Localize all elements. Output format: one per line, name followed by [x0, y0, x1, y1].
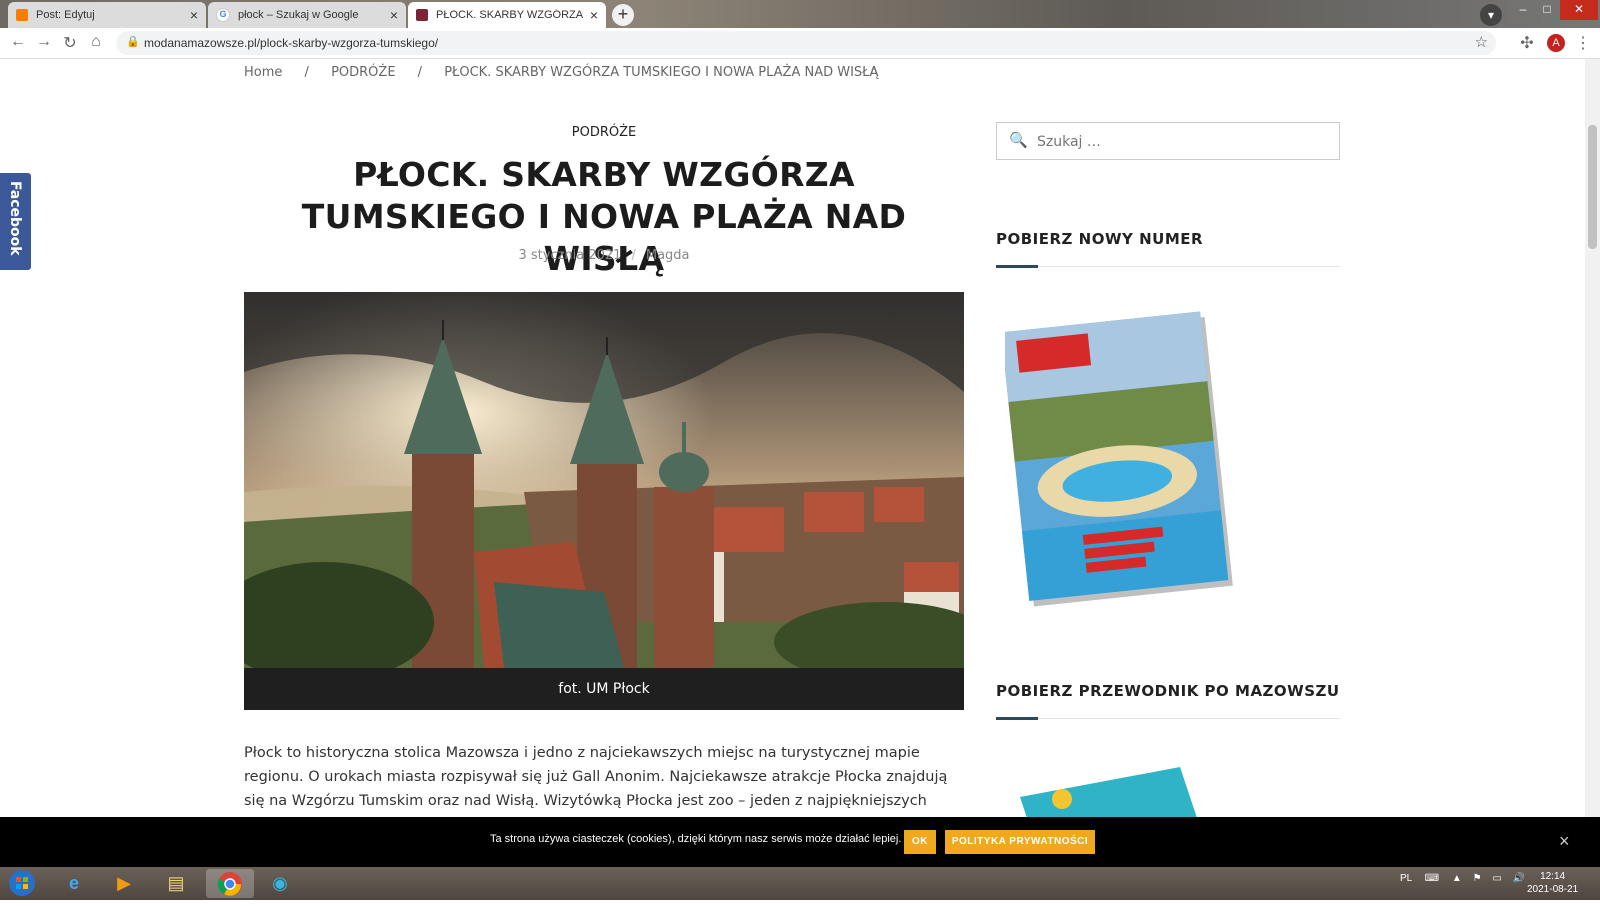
facebook-side-tab[interactable]: Facebook — [0, 173, 31, 270]
article-body: Płock to historyczna stolica Mazowsza i … — [244, 745, 948, 809]
url-text: modanamazowsze.pl/plock-skarby-wzgorza-t… — [144, 36, 439, 50]
close-tab-icon[interactable]: × — [190, 7, 198, 23]
lock-icon: 🔒 — [126, 36, 140, 48]
menu-icon[interactable]: ⋮ — [1573, 33, 1593, 53]
windows-taskbar: e ▶ ▤ ◉ PL ⌨ ▲ ⚑ ▭ 🔊 12:14 2021-08-21 — [0, 867, 1600, 900]
keyboard-icon[interactable]: ⌨ — [1425, 873, 1439, 884]
widget-divider — [996, 265, 1340, 268]
tab-article[interactable]: PŁOCK. SKARBY WZGÓRZA TUMSKIEGO I NOWA P… — [408, 2, 606, 28]
volume-icon[interactable]: 🔊 — [1513, 873, 1525, 884]
tab-title: Post: Edytuj — [36, 9, 95, 21]
breadcrumb-separator: / — [304, 65, 309, 80]
scrollbar-thumb[interactable] — [1588, 125, 1597, 249]
breadcrumb: Home / PODRÓŻE / PŁOCK. SKARBY WZGÓRZA T… — [244, 65, 896, 80]
new-tab-button[interactable]: + — [612, 4, 634, 26]
internet-explorer-icon[interactable]: e — [54, 869, 94, 898]
article-meta: 3 stycznia 2021 / Magda — [244, 248, 964, 263]
extensions-icon[interactable]: ✣ — [1517, 33, 1537, 53]
article-author[interactable]: Magda — [646, 248, 690, 263]
search-input[interactable] — [1035, 131, 1329, 153]
widget-divider — [996, 717, 1340, 720]
forward-icon[interactable]: → — [34, 33, 54, 51]
meta-separator: / — [631, 248, 636, 263]
article-date[interactable]: 3 stycznia 2021 — [518, 248, 621, 263]
address-bar[interactable]: 🔒 modanamazowsze.pl/plock-skarby-wzgorza… — [116, 31, 1496, 55]
search-icon: 🔍 — [1009, 132, 1028, 149]
google-icon: G — [216, 8, 230, 22]
page-content: Home / PODRÓŻE / PŁOCK. SKARBY WZGÓRZA T… — [0, 59, 1585, 817]
widget-title-new-issue: POBIERZ NOWY NUMER — [996, 230, 1204, 248]
avatar[interactable]: A — [1547, 34, 1565, 52]
widget-title-guide: POBIERZ PRZEWODNIK PO MAZOWSZU — [996, 682, 1340, 700]
cookie-text: Ta strona używa ciasteczek (cookies), dz… — [490, 833, 902, 845]
close-window-icon[interactable]: ✕ — [1560, 0, 1598, 20]
clock-time: 12:14 — [1540, 871, 1566, 882]
back-icon[interactable]: ← — [8, 33, 28, 51]
reload-icon[interactable]: ↻ — [60, 33, 80, 53]
close-tab-icon[interactable]: × — [590, 7, 598, 23]
cookie-banner: Ta strona używa ciasteczek (cookies), dz… — [0, 817, 1600, 867]
tab-title: płock – Szukaj w Google — [238, 9, 359, 21]
profile-download-icon[interactable]: ▾ — [1480, 4, 1502, 26]
breadcrumb-separator: / — [417, 65, 423, 80]
system-tray: PL ⌨ ▲ ⚑ ▭ 🔊 — [1400, 873, 1525, 884]
breadcrumb-category[interactable]: PODRÓŻE — [331, 65, 395, 80]
facebook-label: Facebook — [7, 181, 23, 256]
network-icon[interactable]: ▭ — [1492, 873, 1501, 884]
clock-date: 2021-08-21 — [1527, 884, 1579, 895]
privacy-policy-button[interactable]: POLITYKA PRYWATNOŚCI — [945, 830, 1095, 854]
tab-title: PŁOCK. SKARBY WZGÓRZA TUMSKIEGO I NOWA P… — [436, 9, 584, 21]
maximize-icon[interactable]: □ — [1536, 0, 1558, 20]
bookmark-star-icon[interactable]: ☆ — [1475, 33, 1488, 51]
file-explorer-icon[interactable]: ▤ — [156, 869, 196, 898]
media-player-icon[interactable]: ▶ — [104, 869, 144, 898]
edge-icon[interactable]: ◉ — [260, 869, 300, 898]
image-caption: fot. UM Płock — [244, 668, 964, 710]
blogger-icon — [16, 9, 28, 21]
breadcrumb-home[interactable]: Home — [244, 65, 282, 80]
search-box[interactable]: 🔍 — [996, 122, 1340, 160]
clock[interactable]: 12:14 2021-08-21 — [1527, 870, 1578, 896]
home-icon[interactable]: ⌂ — [86, 33, 106, 51]
language-indicator[interactable]: PL — [1400, 873, 1412, 884]
chrome-taskbar-icon[interactable] — [206, 869, 254, 898]
guide-cover-image[interactable] — [1020, 767, 1210, 817]
hero-image — [244, 292, 964, 668]
flag-icon[interactable]: ⚑ — [1473, 873, 1482, 884]
page-scrollbar[interactable] — [1585, 59, 1600, 817]
tab-google-search[interactable]: G płock – Szukaj w Google × — [208, 2, 406, 28]
cookie-ok-button[interactable]: OK — [904, 830, 936, 854]
breadcrumb-current: PŁOCK. SKARBY WZGÓRZA TUMSKIEGO I NOWA P… — [444, 65, 879, 80]
browser-tab-strip: Post: Edytuj × G płock – Szukaj w Google… — [0, 0, 1600, 28]
tray-expand-icon[interactable]: ▲ — [1452, 873, 1462, 884]
tab-post-edit[interactable]: Post: Edytuj × — [8, 2, 206, 28]
close-icon[interactable]: × — [1559, 831, 1570, 852]
close-tab-icon[interactable]: × — [390, 7, 398, 23]
minimize-icon[interactable]: – — [1512, 0, 1534, 20]
site-icon — [416, 9, 428, 21]
article-category[interactable]: PODRÓŻE — [244, 125, 964, 140]
magazine-cover-image[interactable] — [1001, 307, 1305, 607]
browser-toolbar: ← → ↻ ⌂ 🔒 modanamazowsze.pl/plock-skarby… — [0, 28, 1600, 59]
start-button[interactable] — [4, 869, 40, 898]
